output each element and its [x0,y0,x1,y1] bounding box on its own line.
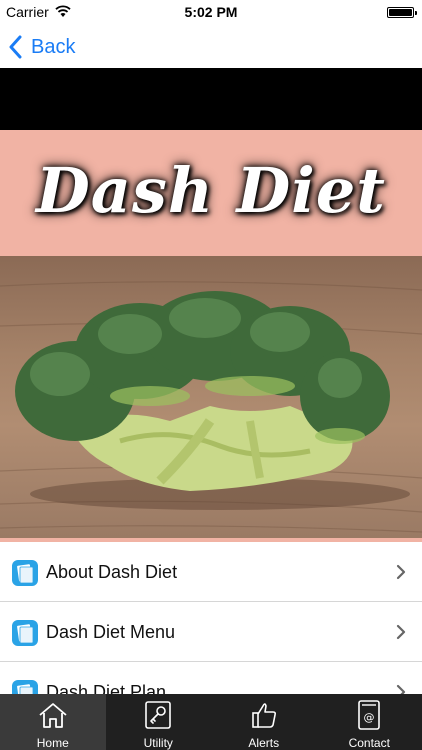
menu-item-label: About Dash Diet [46,562,178,582]
document-icon [12,680,38,694]
svg-text:@: @ [364,711,375,724]
key-icon [145,701,172,729]
menu-item-label: Dash Diet Menu [46,622,176,642]
menu-item-about-dash-diet[interactable]: About Dash Diet [0,542,422,602]
navigation-bar: Back [0,24,422,68]
menu-list: About Dash Diet Dash Diet Menu Dash Diet… [0,542,422,694]
home-icon [39,703,67,728]
contact-book-icon: @ [358,700,381,730]
back-label: Back [31,35,76,58]
document-icon [12,560,38,586]
tab-label: Utility [143,736,173,750]
menu-item-dash-diet-menu[interactable]: Dash Diet Menu [0,602,422,662]
tab-alerts[interactable]: Alerts [211,694,317,750]
tab-label: Contact [348,736,390,750]
chevron-right-icon [396,684,406,694]
tab-label: Home [36,736,69,750]
tab-home[interactable]: Home [0,694,106,750]
tab-utility[interactable]: Utility [106,694,212,750]
menu-item-dash-diet-plan[interactable]: Dash Diet Plan [0,662,422,694]
header-band [0,68,422,130]
thumbs-up-icon [251,703,276,728]
status-bar: Carrier 5:02 PM [0,0,422,24]
chevron-right-icon [396,564,406,580]
tab-contact[interactable]: @ Contact [317,694,422,750]
chevron-right-icon [396,624,406,640]
tab-label: Alerts [248,736,280,750]
document-icon [12,620,38,646]
title-banner: Dash Diet [0,130,422,256]
broccoli-photo [0,256,422,538]
chevron-left-icon [9,35,22,59]
tab-bar: Home Utility Alerts @ Contact [0,694,422,750]
banner-title: Dash Diet [36,154,386,227]
status-time: 5:02 PM [184,4,238,20]
back-button[interactable]: Back [8,32,75,62]
menu-item-label: Dash Diet Plan [46,682,167,694]
battery-icon [387,7,417,18]
